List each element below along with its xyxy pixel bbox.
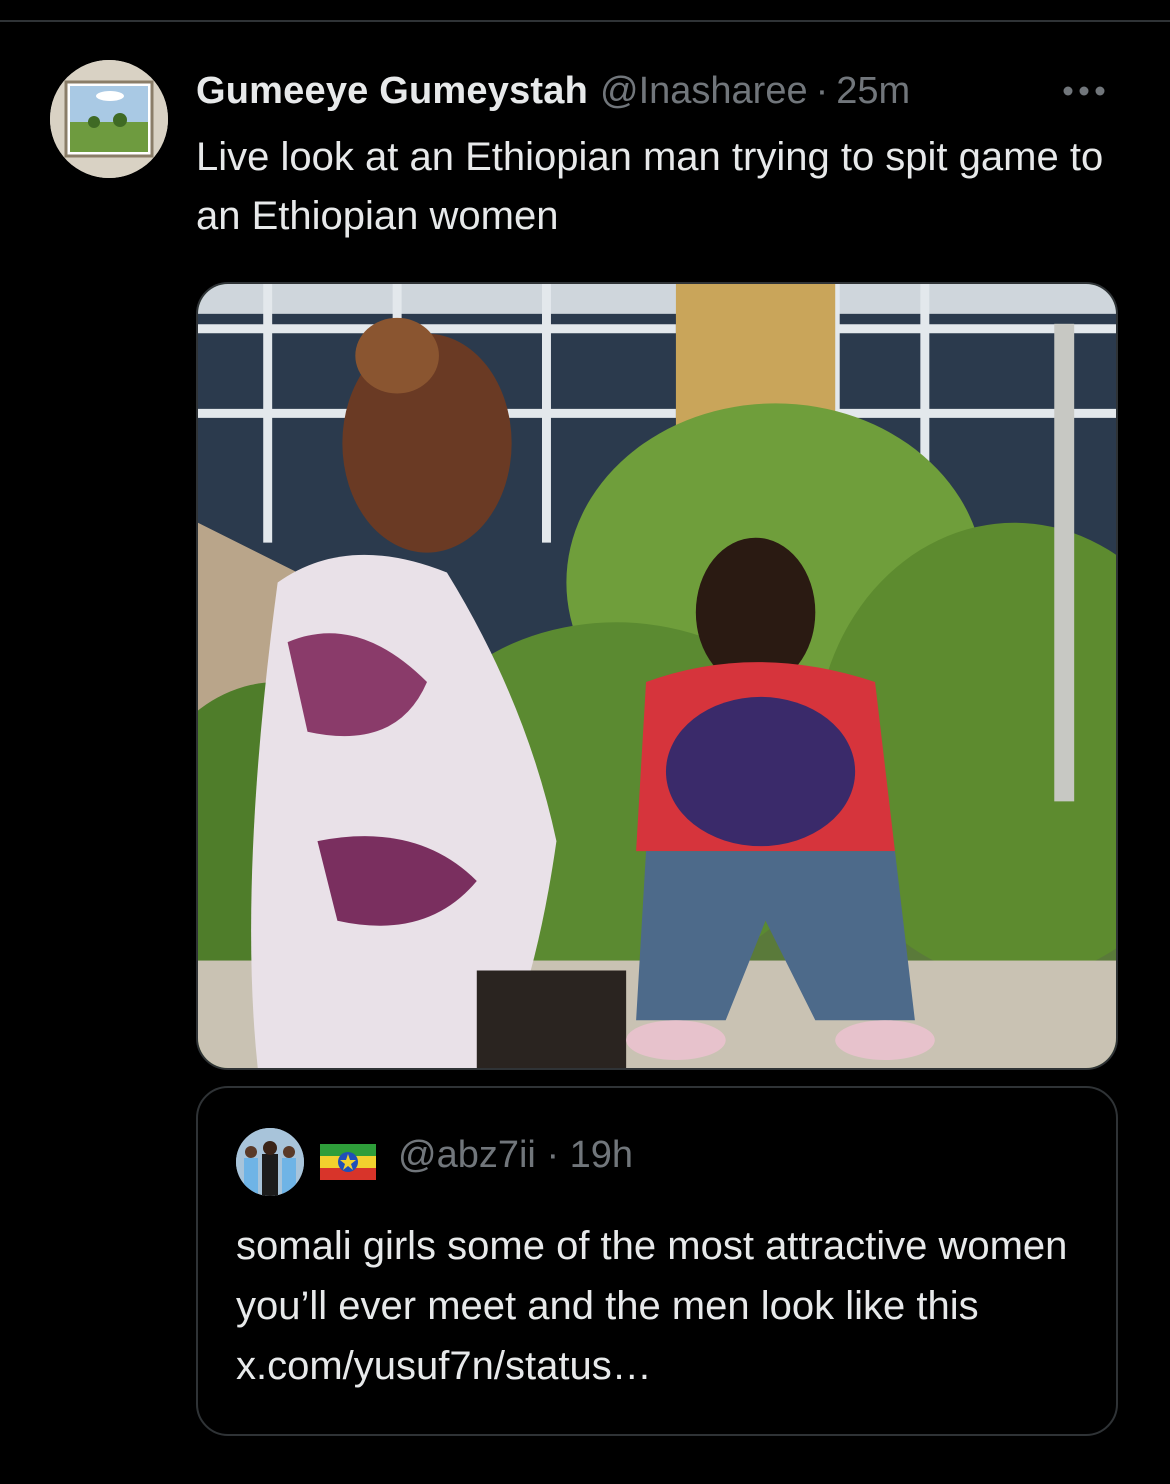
avatar-image	[50, 60, 168, 178]
quote-meta: @abz7ii · 19h	[398, 1134, 633, 1177]
quoted-tweet[interactable]: @abz7ii · 19h somali girls some of the m…	[196, 1086, 1118, 1436]
photo-illustration	[198, 284, 1116, 1068]
quote-avatar-image	[236, 1128, 304, 1196]
quote-handle[interactable]: @abz7ii	[398, 1134, 536, 1176]
tweet-time[interactable]: 25m	[836, 70, 910, 113]
tweet-header: Gumeeye Gumeystah @Inasharee · 25m	[196, 66, 1110, 116]
separator-dot: ·	[815, 69, 829, 112]
quote-text: somali girls some of the most attractive…	[236, 1224, 1068, 1388]
tweet-text: Live look at an Ethiopian man trying to …	[196, 135, 1104, 238]
author-handle[interactable]: @Inasharee	[600, 70, 808, 113]
author-avatar[interactable]	[50, 60, 168, 178]
tweet-media-image[interactable]	[196, 282, 1118, 1070]
author-name[interactable]: Gumeeye Gumeystah	[196, 70, 588, 113]
ethiopia-flag-icon	[320, 1144, 376, 1180]
quote-time[interactable]: 19h	[570, 1134, 633, 1176]
quote-author-avatar[interactable]	[236, 1128, 304, 1196]
more-options-icon[interactable]	[1058, 66, 1110, 116]
quote-separator: ·	[546, 1134, 560, 1176]
top-divider	[0, 20, 1170, 22]
